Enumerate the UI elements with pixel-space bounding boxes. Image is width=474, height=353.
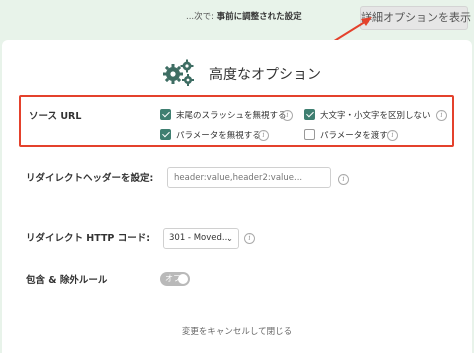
include-exclude-toggle[interactable]: オフ xyxy=(160,272,190,286)
case-insensitive-label: 大文字・小文字を区別しない xyxy=(320,111,431,121)
ignore-parameters-label: パラメータを無視する xyxy=(176,131,261,141)
advanced-options-panel xyxy=(2,40,472,353)
preset-hint-prefix: ...次で: xyxy=(186,12,217,22)
redirect-headers-input[interactable] xyxy=(167,167,331,188)
redirect-code-value: 301 - Moved... xyxy=(169,233,230,243)
redirect-code-label: リダイレクト HTTP コード: xyxy=(26,233,151,244)
preset-hint: ...次で: 事前に調整された設定 xyxy=(186,10,302,22)
info-icon[interactable]: i xyxy=(282,110,293,121)
info-icon[interactable]: i xyxy=(258,130,269,141)
toggle-knob xyxy=(178,274,188,284)
info-icon[interactable]: i xyxy=(436,110,447,121)
ignore-trailing-slash-checkbox[interactable] xyxy=(160,109,171,120)
panel-title: 高度なオプション xyxy=(209,67,321,83)
info-icon[interactable]: i xyxy=(338,174,349,185)
info-icon[interactable]: i xyxy=(244,233,255,244)
ignore-trailing-slash-label: 末尾のスラッシュを無視する xyxy=(176,111,287,121)
source-url-label: ソース URL xyxy=(29,111,82,122)
redirect-headers-label: リダイレクトヘッダーを設定: xyxy=(26,173,154,184)
top-bar: ...次で: 事前に調整された設定 詳細オプションを表示 xyxy=(0,0,474,38)
chevron-down-icon: ⌄ xyxy=(226,234,233,243)
pass-parameters-label: パラメータを渡す xyxy=(320,131,388,141)
redirect-code-select[interactable]: 301 - Moved... ⌄ xyxy=(163,228,239,249)
show-advanced-options-button[interactable]: 詳細オプションを表示 xyxy=(360,6,471,30)
gears-icon xyxy=(163,59,194,86)
cancel-and-close-link[interactable]: 変更をキャンセルして閉じる xyxy=(0,325,474,337)
case-insensitive-checkbox[interactable] xyxy=(304,109,315,120)
include-exclude-label: 包含 & 除外ルール xyxy=(26,275,108,286)
preset-hint-bold: 事前に調整された設定 xyxy=(216,12,302,22)
pass-parameters-checkbox[interactable] xyxy=(304,129,315,140)
ignore-parameters-checkbox[interactable] xyxy=(160,129,171,140)
info-icon[interactable]: i xyxy=(387,130,398,141)
